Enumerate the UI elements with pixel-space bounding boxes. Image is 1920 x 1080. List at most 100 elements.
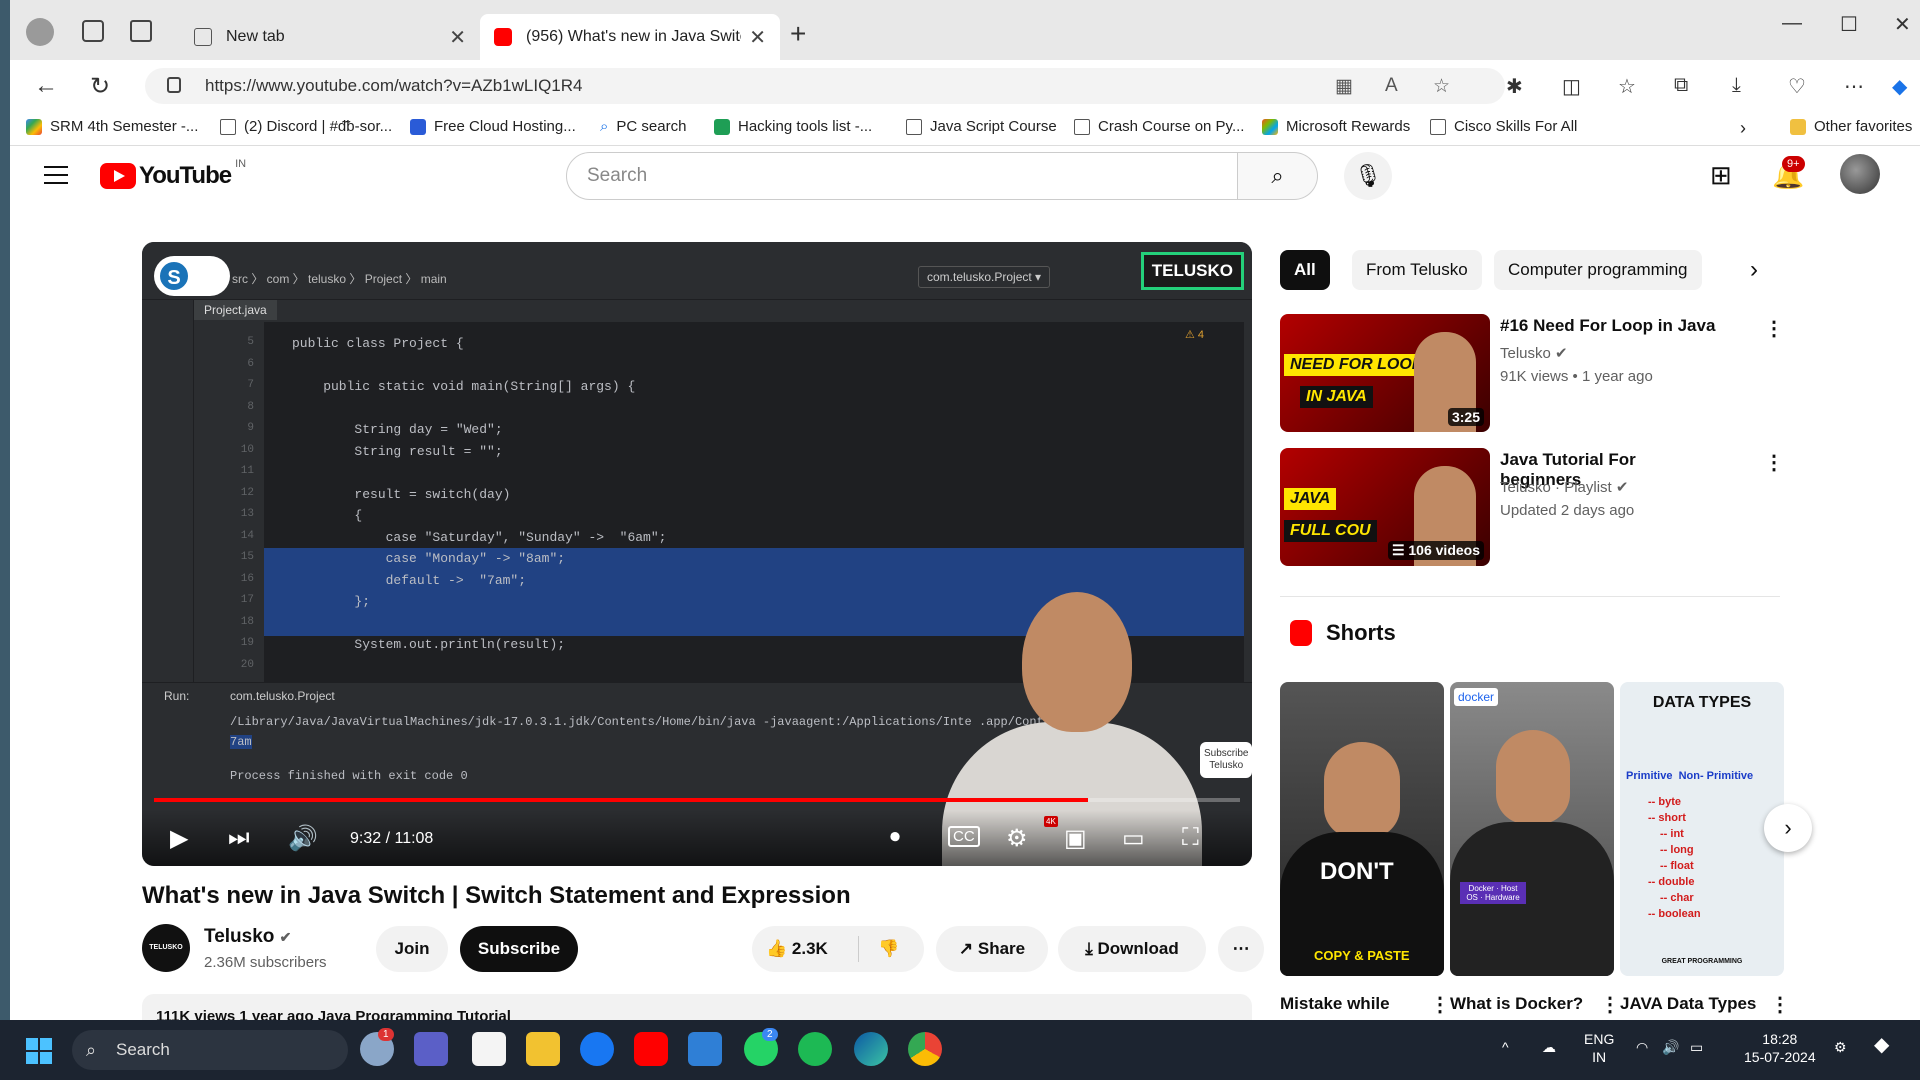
favorites-icon[interactable]: ☆ [1618,74,1636,99]
language-indicator[interactable]: ENG IN [1584,1030,1614,1066]
chip-all[interactable]: All [1280,250,1330,290]
more-options-icon[interactable]: ⋮ [1764,316,1784,341]
search-button[interactable]: ⌕ [1238,152,1318,200]
account-avatar[interactable] [1840,154,1880,194]
recommendation-item[interactable]: JAVA FULL COU ☰ 106 videos Java Tutorial… [1280,448,1784,568]
taskbar-search[interactable]: ⌕ Search [72,1030,348,1070]
clock[interactable]: 18:28 15-07-2024 [1744,1030,1816,1066]
bookmark-python-course[interactable]: Crash Course on Py... [1074,118,1244,135]
short-thumbnail[interactable]: DATA TYPES Primitive Non- Primitive -- b… [1620,682,1784,976]
more-menu-icon[interactable]: ⋯ [1844,74,1864,99]
recommendation-thumbnail[interactable]: NEED FOR LOOP IN JAVA 3:25 [1280,314,1490,432]
chips-next-icon[interactable]: › [1750,256,1758,284]
tray-overflow-icon[interactable]: ^ [1502,1038,1509,1056]
more-options-icon[interactable]: ⋮ [1430,992,1450,1017]
create-video-icon[interactable]: ⊞ [1710,160,1732,191]
download-button[interactable]: ⤓ Download [1058,926,1206,972]
more-options-icon[interactable]: ⋮ [1770,992,1790,1017]
recommendation-thumbnail[interactable]: JAVA FULL COU ☰ 106 videos [1280,448,1490,566]
read-aloud-icon[interactable]: A [1385,75,1398,97]
share-button[interactable]: ↗ Share [936,926,1048,972]
back-arrow-icon[interactable]: ← [34,72,58,100]
voice-search-icon[interactable]: 🎙 [1344,152,1392,200]
chrome-icon[interactable] [908,1032,942,1066]
volume-tray-icon[interactable]: 🔊 [1662,1038,1679,1056]
channel-name[interactable]: Telusko ✔ [204,926,291,948]
edge-icon[interactable] [854,1032,888,1066]
miniplayer-icon[interactable]: ▣ [1064,824,1087,853]
fullscreen-icon[interactable]: ⛶ [1182,824,1199,852]
favorite-star-icon[interactable]: ☆ [1433,75,1450,98]
browser-essentials-icon[interactable]: ♡ [1788,74,1806,99]
search-input[interactable]: Search [566,152,1238,200]
more-actions-icon[interactable]: ⋯ [1218,926,1264,972]
play-icon[interactable]: ▶ [170,824,188,853]
start-windows-icon[interactable] [26,1038,52,1064]
like-button[interactable]: 👍 2.3K [766,939,828,958]
short-thumbnail[interactable]: docker Docker · Host OS · Hardware [1450,682,1614,976]
tab-new-tab[interactable]: New tab ✕ [180,14,480,60]
spotify-icon[interactable] [798,1032,832,1066]
bookmark-cisco[interactable]: Cisco Skills For All [1430,118,1577,135]
minimize-icon[interactable]: — [1782,12,1802,35]
address-bar[interactable]: https://www.youtube.com/watch?v=AZb1wLIQ… [145,68,1505,104]
refresh-icon[interactable]: ↻ [90,72,110,101]
progress-bar[interactable] [154,798,1240,802]
close-window-icon[interactable]: ✕ [1894,12,1911,37]
tab-youtube-video[interactable]: (956) What's new in Java Switch | ✕ [480,14,780,60]
subscribe-button[interactable]: Subscribe [460,926,578,972]
volume-icon[interactable]: 🔊 [288,824,318,853]
chip-computer-programming[interactable]: Computer programming [1494,250,1702,290]
lock-icon[interactable] [167,77,181,93]
recommendation-channel[interactable]: Telusko · Playlist ✔ [1500,478,1628,496]
bookmark-hacking-tools[interactable]: Hacking tools list -... [714,118,872,135]
youtube-app-icon[interactable] [634,1032,668,1066]
teams-chat-icon[interactable] [414,1032,448,1066]
captions-icon[interactable]: CC [948,826,980,847]
wifi-icon[interactable]: ◠ [1636,1038,1648,1056]
settings-gear-icon[interactable]: ⚙ [1006,824,1028,853]
close-tab-icon[interactable]: ✕ [749,25,766,50]
recommendation-channel[interactable]: Telusko ✔ [1500,344,1568,362]
bookmark-js-course[interactable]: Java Script Course [906,118,1057,135]
new-tab-button[interactable]: + [790,18,806,50]
bookmark-cloud-hosting[interactable]: Free Cloud Hosting... [410,118,576,135]
subscribe-card[interactable]: Subscribe Telusko [1200,742,1252,778]
short-title[interactable]: What is Docker? [1450,994,1583,1014]
menu-icon[interactable] [44,166,68,190]
short-title[interactable]: Mistake while [1280,994,1390,1014]
autoplay-toggle[interactable]: ⏺ [890,826,900,849]
vscode-icon[interactable] [688,1032,722,1066]
youtube-logo[interactable]: YouTube IN [100,158,246,190]
collections-icon[interactable]: ⧉ [1674,74,1688,97]
app-available-icon[interactable]: ▦ [1335,75,1353,98]
chip-from-telusko[interactable]: From Telusko [1352,250,1482,290]
video-player[interactable]: S src 〉 com 〉 telusko 〉 Project 〉 main c… [142,242,1252,866]
file-explorer-icon[interactable] [526,1032,560,1066]
bookmarks-overflow-icon[interactable]: › [1740,118,1746,139]
shorts-next-icon[interactable]: › [1764,804,1812,852]
close-tab-icon[interactable]: ✕ [449,25,466,50]
recommendation-item[interactable]: NEED FOR LOOP IN JAVA 3:25 #16 Need For … [1280,314,1784,434]
more-options-icon[interactable]: ⋮ [1764,450,1784,475]
bookmark-srm[interactable]: SRM 4th Semester -... [26,118,198,135]
more-options-icon[interactable]: ⋮ [1600,992,1620,1017]
copilot-icon[interactable]: ◆ [1892,74,1907,99]
channel-avatar[interactable]: TELUSKO [142,924,190,972]
bookmark-discord[interactable]: (2) Discord | #ᵭᵬ-sor... [220,118,392,135]
theater-mode-icon[interactable]: ▭ [1122,824,1145,853]
other-favorites[interactable]: Other favorites [1790,118,1912,135]
dislike-icon[interactable]: 👎 [878,926,899,972]
join-button[interactable]: Join [376,926,448,972]
copilot-taskbar-icon[interactable]: ◆ [1874,1035,1889,1055]
short-title[interactable]: JAVA Data Types [1620,994,1756,1014]
recommendation-title[interactable]: #16 Need For Loop in Java [1500,316,1720,336]
url-text[interactable]: https://www.youtube.com/watch?v=AZb1wLIQ… [205,76,583,96]
settings-gear-icon[interactable]: ⚙ [1834,1038,1847,1056]
split-screen-icon[interactable]: ◫ [1562,74,1581,99]
next-icon[interactable]: ⏭ [228,824,250,852]
bookmark-ms-rewards[interactable]: Microsoft Rewards [1262,118,1410,135]
battery-icon[interactable]: ▭ [1690,1038,1703,1056]
facebook-icon[interactable] [580,1032,614,1066]
downloads-icon[interactable]: ⤓ [1732,74,1741,97]
